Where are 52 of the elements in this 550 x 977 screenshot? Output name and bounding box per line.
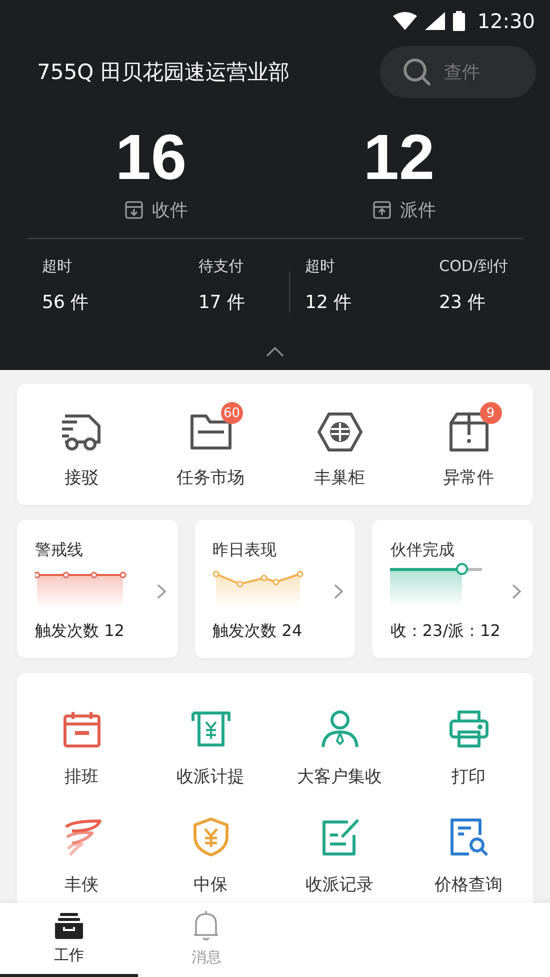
metric-value: 触发次数 12	[35, 621, 126, 642]
archive-tray-icon	[54, 912, 84, 940]
stat-value: 56 件	[42, 291, 89, 314]
quick-action[interactable]: 丰巢柜	[275, 400, 404, 489]
battery-icon	[453, 11, 466, 31]
stat-label: 待支付	[198, 257, 244, 276]
metric-title: 伙伴完成	[390, 540, 456, 561]
tool-item[interactable]: 收派计提	[146, 709, 275, 817]
tool-item[interactable]: 收派记录	[275, 817, 404, 903]
status-time: 12:30	[477, 9, 535, 33]
collapse-chevron-icon[interactable]	[266, 347, 284, 357]
branch-title: 755Q 田贝花园速运营业部	[37, 59, 290, 86]
stat-label: COD/到付	[439, 257, 508, 276]
box-download-icon	[124, 200, 144, 220]
quick-action[interactable]: 接驳	[17, 400, 146, 489]
metric-value: 收：23/派：12	[390, 621, 502, 642]
nav-tab[interactable]: 工作	[0, 903, 138, 977]
total-label: 派件	[400, 199, 436, 222]
total-count: 16	[115, 122, 187, 192]
chevron-right-icon	[334, 584, 344, 598]
chevron-right-icon	[512, 584, 522, 598]
search-field[interactable]: 查件	[380, 46, 536, 98]
tool-item[interactable]: 价格查询	[404, 817, 533, 903]
total-count: 12	[363, 122, 435, 192]
stat-label: 超时	[305, 257, 336, 276]
tool-item[interactable]: 大客户集收	[275, 709, 404, 817]
metric-value: 触发次数 24	[212, 621, 304, 642]
hexagon-cabinet-icon	[316, 412, 362, 452]
stat-value: 12 件	[305, 291, 352, 314]
metric-card[interactable]: 伙伴完成 收：23/派：12	[372, 520, 534, 658]
metric-card[interactable]: 警戒线 触发次数 12	[17, 520, 178, 658]
stat-value: 17 件	[198, 291, 245, 314]
count-badge: 9	[480, 402, 502, 424]
tool-item[interactable]: 中保	[146, 817, 275, 903]
quick-action[interactable]: 9 异常件	[404, 400, 533, 489]
tool-item[interactable]: 打印	[404, 709, 533, 817]
tool-item[interactable]: 排班	[17, 709, 146, 817]
stat-label: 超时	[42, 257, 73, 276]
tool-item[interactable]: 丰侠	[17, 817, 146, 903]
signal-icon	[425, 12, 446, 30]
metric-title: 昨日表现	[212, 540, 278, 561]
box-upload-icon	[372, 200, 392, 220]
stat-value: 23 件	[439, 291, 487, 314]
metric-card[interactable]: 昨日表现 触发次数 24	[194, 520, 356, 658]
metric-title: 警戒线	[35, 540, 84, 561]
chevron-right-icon	[156, 584, 166, 598]
wifi-icon	[393, 12, 418, 30]
search-icon	[402, 57, 432, 87]
quick-action[interactable]: 60 任务市场	[146, 400, 275, 489]
total-label: 收件	[152, 199, 188, 222]
count-badge: 60	[220, 402, 244, 424]
bell-icon	[192, 910, 220, 942]
